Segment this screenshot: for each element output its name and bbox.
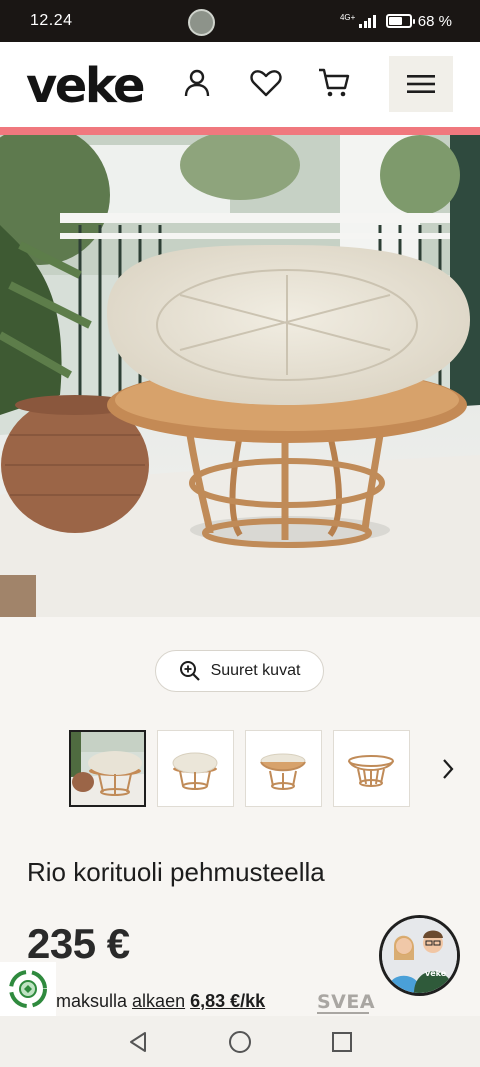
menu-icon[interactable] (389, 56, 453, 112)
thumbnail-1[interactable] (69, 730, 146, 807)
thumbnail-2[interactable] (157, 730, 234, 807)
cart-icon[interactable] (317, 66, 351, 100)
gallery-notification-icon (188, 9, 215, 36)
svea-logo: SVEA (317, 991, 376, 1013)
svea-logo-underline (317, 1012, 369, 1014)
chat-avatar[interactable]: veke (379, 915, 460, 996)
header-accent-bar (0, 127, 480, 135)
thumbnail-4[interactable] (333, 730, 410, 807)
thumbnail-strip (69, 730, 410, 807)
site-header: veke (0, 42, 480, 128)
home-icon[interactable] (227, 1029, 253, 1055)
installment-info: maksulla alkaen 6,83 €/kk (56, 991, 265, 1012)
signal-icon (359, 14, 376, 28)
zoom-in-icon (179, 661, 200, 681)
chat-avatar-label: veke (425, 969, 447, 978)
network-label: 4G+ (339, 13, 356, 22)
installment-from[interactable]: alkaen (132, 991, 185, 1011)
battery-level (388, 17, 403, 25)
veke-logo[interactable]: veke (26, 58, 146, 114)
user-icon[interactable] (180, 66, 214, 100)
installment-amount[interactable]: 6,83 €/kk (190, 991, 265, 1011)
status-bar: 12.24 4G+ 68 % (0, 0, 480, 42)
recents-icon[interactable] (329, 1029, 355, 1055)
chevron-right-icon[interactable] (437, 754, 459, 784)
thumbnail-3[interactable] (245, 730, 322, 807)
large-images-label: Suuret kuvat (210, 662, 301, 679)
status-indicators: 4G+ 68 % (340, 0, 452, 42)
recycle-icon[interactable] (0, 962, 56, 1016)
status-time: 12.24 (30, 12, 73, 29)
back-icon[interactable] (125, 1029, 151, 1055)
battery-icon (385, 14, 415, 28)
battery-percent: 68 % (417, 12, 452, 30)
product-title: Rio korituoli pehmusteella (27, 857, 325, 887)
product-main-image[interactable] (0, 135, 480, 617)
product-price: 235 € (27, 920, 130, 967)
heart-icon[interactable] (249, 66, 283, 100)
large-images-button[interactable]: Suuret kuvat (155, 650, 324, 692)
installment-prefix: maksulla (56, 991, 128, 1011)
